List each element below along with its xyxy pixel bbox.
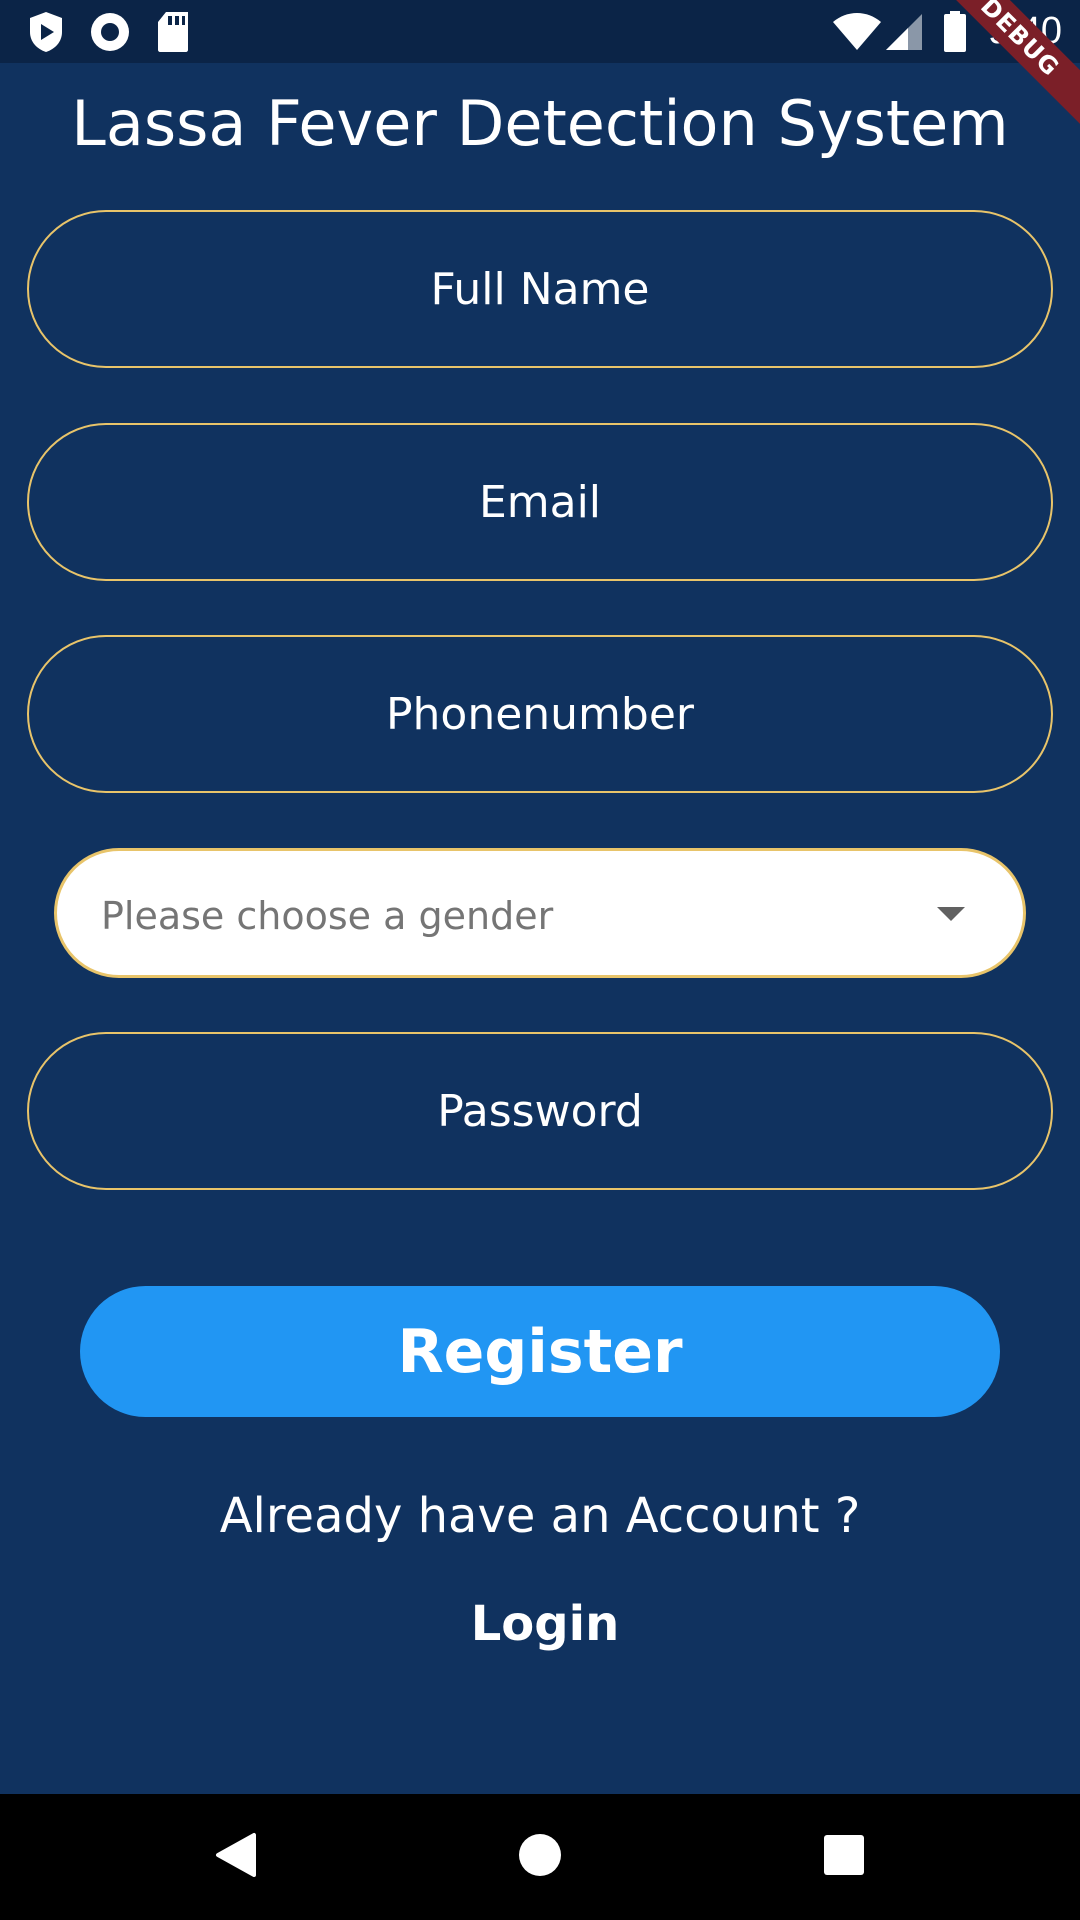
- wifi-icon: [832, 12, 882, 56]
- cell-signal-icon: [884, 12, 924, 56]
- gender-dropdown[interactable]: Please choose a gender: [54, 848, 1026, 978]
- register-button[interactable]: Register: [80, 1286, 1000, 1417]
- phone-number-field[interactable]: Phonenumber: [27, 635, 1053, 793]
- navigation-bar: [0, 1794, 1080, 1920]
- password-field[interactable]: Password: [27, 1032, 1053, 1190]
- password-placeholder: Password: [437, 1085, 643, 1137]
- phone-number-placeholder: Phonenumber: [385, 688, 695, 740]
- login-link[interactable]: Login: [440, 1594, 650, 1654]
- full-name-placeholder: Full Name: [430, 263, 650, 315]
- dropdown-arrow-icon: [937, 907, 965, 921]
- back-button[interactable]: [176, 1794, 296, 1920]
- sd-card-icon: [156, 10, 190, 58]
- email-field[interactable]: Email: [27, 423, 1053, 581]
- recents-button[interactable]: [784, 1794, 904, 1920]
- email-placeholder: Email: [478, 476, 602, 528]
- full-name-field[interactable]: Full Name: [27, 210, 1053, 368]
- gender-placeholder: Please choose a gender: [101, 894, 554, 938]
- account-prompt: Already have an Account ?: [219, 1488, 861, 1544]
- register-label: Register: [397, 1316, 683, 1387]
- battery-icon: [942, 10, 968, 58]
- page-title: Lassa Fever Detection System: [71, 87, 1009, 160]
- play-protect-icon: [26, 10, 66, 58]
- home-button[interactable]: [480, 1794, 600, 1920]
- back-icon: [214, 1831, 258, 1883]
- recents-icon: [823, 1834, 865, 1880]
- status-bar: 9:40: [0, 0, 1080, 63]
- home-icon: [518, 1833, 562, 1881]
- record-icon: [88, 10, 132, 58]
